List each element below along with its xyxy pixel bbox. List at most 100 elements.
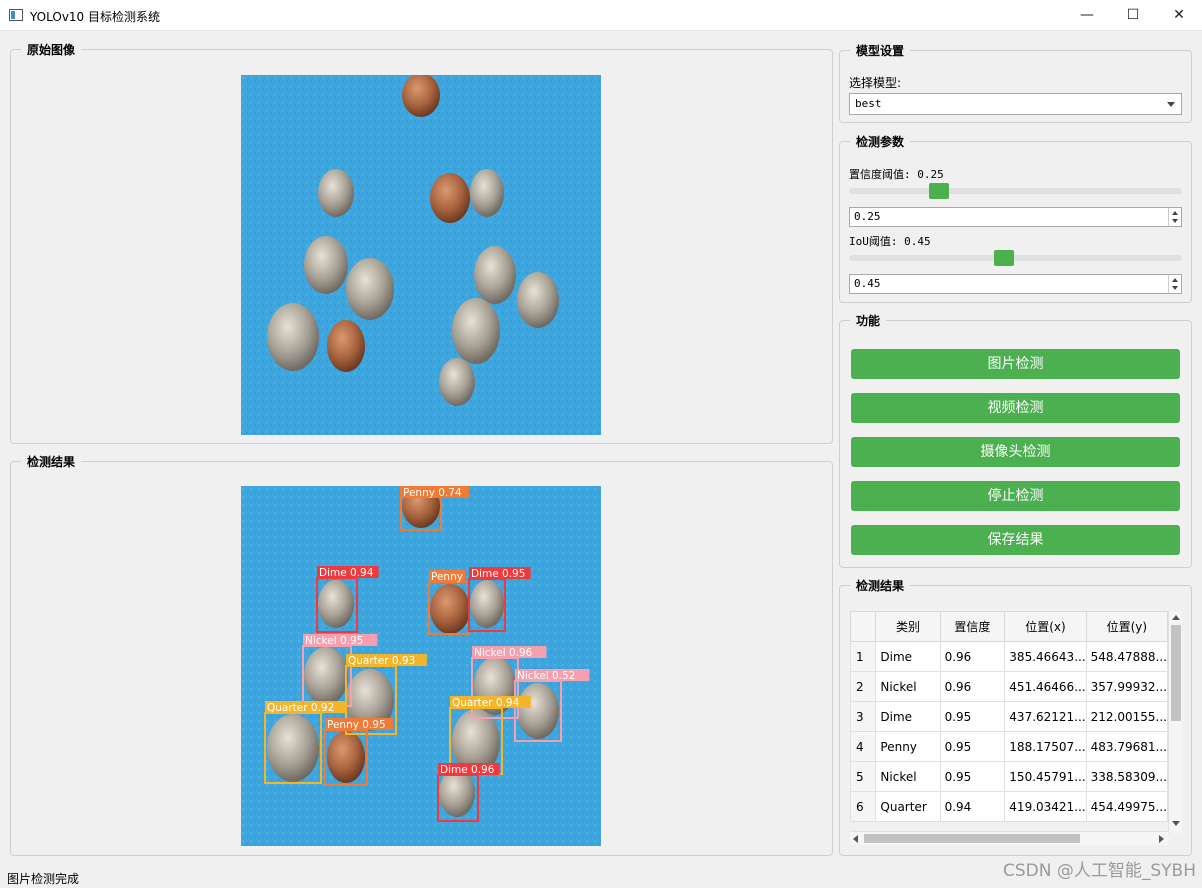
camera-detect-button[interactable]: 摄像头检测	[851, 437, 1180, 467]
chevron-down-icon	[1167, 102, 1175, 107]
spin-up-icon[interactable]	[1172, 211, 1178, 215]
result-image-panel: 检测结果 Penny 0.74 Dime 0.94 Penny Dime 0.95 Ni…	[10, 453, 833, 856]
close-button[interactable]: ✕	[1156, 0, 1202, 31]
row-number[interactable]: 2	[850, 671, 877, 702]
detect-params-panel: 检测参数 置信度阈值: 0.25 0.25 IoU阈值: 0.45 0.45	[839, 133, 1192, 303]
result-image: Penny 0.74 Dime 0.94 Penny Dime 0.95 Nickel …	[241, 486, 601, 846]
detection-label: Nickel 0.96	[474, 647, 533, 659]
results-table-viewport: 类别 置信度 位置(x) 位置(y) 1 Dime 0.96 385.46643...…	[850, 611, 1168, 833]
model-select-value: best	[855, 97, 882, 110]
spin-down-icon[interactable]	[1172, 219, 1178, 223]
maximize-button[interactable]: ☐	[1110, 0, 1156, 31]
row-number[interactable]: 1	[850, 641, 877, 672]
table-cell[interactable]: Dime	[875, 701, 941, 732]
table-cell[interactable]: 212.00155...	[1085, 701, 1168, 732]
table-cell[interactable]: Nickel	[875, 671, 941, 702]
detection-label: Nickel 0.95	[305, 635, 363, 647]
watermark: CSDN @人工智能_SYBH	[1003, 861, 1196, 881]
result-image-canvas: Penny 0.74 Dime 0.94 Penny Dime 0.95 Nickel …	[241, 486, 601, 846]
stop-detect-button[interactable]: 停止检测	[851, 481, 1180, 511]
table-cell[interactable]: 419.03421...	[1004, 791, 1087, 822]
status-text: 图片检测完成	[7, 872, 80, 886]
scroll-left-icon[interactable]	[853, 835, 858, 843]
table-cell[interactable]: 0.95	[939, 701, 1006, 732]
result-image-title: 检测结果	[21, 453, 82, 470]
table-cell[interactable]: 0.95	[939, 761, 1006, 792]
save-result-button[interactable]: 保存结果	[851, 525, 1180, 555]
window-title: YOLOv10 目标检测系统	[30, 10, 161, 24]
conf-spinbox-value: 0.25	[854, 210, 881, 223]
iou-slider[interactable]	[849, 250, 1182, 266]
table-cell[interactable]: 188.17507...	[1004, 731, 1087, 762]
table-cell[interactable]: 0.95	[939, 731, 1006, 762]
row-number[interactable]: 6	[850, 791, 877, 822]
table-cell[interactable]: 150.45791...	[1004, 761, 1087, 792]
table-header-row: 类别 置信度 位置(x) 位置(y)	[850, 611, 1168, 642]
column-header[interactable]: 位置(y)	[1085, 611, 1168, 642]
detection-label: Penny 0.74	[403, 487, 462, 499]
original-image-title: 原始图像	[21, 41, 82, 58]
iou-spinbox[interactable]: 0.45	[849, 274, 1182, 294]
iou-spinbox-value: 0.45	[854, 277, 881, 290]
table-cell[interactable]: 0.96	[939, 671, 1006, 702]
horizontal-scrollbar[interactable]	[850, 831, 1168, 845]
detection-label: Quarter 0.93	[348, 655, 415, 667]
detection-label: Dime 0.96	[440, 764, 495, 776]
table-cell[interactable]: 437.62121...	[1004, 701, 1087, 732]
table-cell[interactable]: 0.96	[939, 641, 1006, 672]
table-cell[interactable]: 0.94	[939, 791, 1006, 822]
iou-label: IoU阈值: 0.45	[849, 235, 931, 248]
table-row[interactable]: 5 Nickel 0.95 150.45791... 338.58309...	[850, 761, 1168, 792]
column-header[interactable]: 置信度	[939, 611, 1006, 642]
conf-label: 置信度阈值: 0.25	[849, 168, 944, 181]
table-cell[interactable]: Penny	[875, 731, 941, 762]
conf-slider-handle[interactable]	[929, 183, 950, 199]
detect-params-title: 检测参数	[850, 133, 911, 150]
conf-spinbox-buttons[interactable]	[1168, 208, 1181, 226]
iou-slider-handle[interactable]	[993, 250, 1014, 266]
table-row[interactable]: 3 Dime 0.95 437.62121... 212.00155...	[850, 701, 1168, 732]
minimize-button[interactable]: —	[1064, 0, 1110, 31]
scroll-up-icon[interactable]	[1172, 615, 1180, 620]
table-cell[interactable]: 357.99932...	[1085, 671, 1168, 702]
table-cell[interactable]: Dime	[875, 641, 941, 672]
row-number[interactable]: 5	[850, 761, 877, 792]
detection-label: Dime 0.95	[471, 568, 525, 580]
spin-up-icon[interactable]	[1172, 278, 1178, 282]
results-table-title: 检测结果	[850, 577, 911, 594]
table-cell[interactable]: 454.49975...	[1085, 791, 1168, 822]
model-settings-title: 模型设置	[850, 42, 911, 59]
row-number[interactable]: 4	[850, 731, 877, 762]
conf-spinbox[interactable]: 0.25	[849, 207, 1182, 227]
row-number[interactable]: 3	[850, 701, 877, 732]
table-cell[interactable]: 338.58309...	[1085, 761, 1168, 792]
spin-down-icon[interactable]	[1172, 286, 1178, 290]
column-header[interactable]: 类别	[875, 611, 941, 642]
iou-spinbox-buttons[interactable]	[1168, 275, 1181, 293]
column-header[interactable]: 位置(x)	[1004, 611, 1087, 642]
scroll-down-icon[interactable]	[1172, 821, 1180, 826]
table-cell[interactable]: 451.46466...	[1004, 671, 1087, 702]
vertical-scroll-thumb[interactable]	[1171, 625, 1181, 721]
table-row[interactable]: 4 Penny 0.95 188.17507... 483.79681...	[850, 731, 1168, 762]
conf-slider[interactable]	[849, 183, 1182, 199]
video-detect-button[interactable]: 视频检测	[851, 393, 1180, 423]
table-cell[interactable]: 483.79681...	[1085, 731, 1168, 762]
vertical-scrollbar[interactable]	[1168, 611, 1182, 833]
table-cell[interactable]: Nickel	[875, 761, 941, 792]
model-select[interactable]: best	[849, 93, 1182, 115]
table-row[interactable]: 2 Nickel 0.96 451.46466... 357.99932...	[850, 671, 1168, 702]
table-row[interactable]: 6 Quarter 0.94 419.03421... 454.49975...	[850, 791, 1168, 822]
table-row[interactable]: 1 Dime 0.96 385.46643... 548.47888...	[850, 641, 1168, 672]
scroll-right-icon[interactable]	[1159, 835, 1164, 843]
table-cell[interactable]: 385.46643...	[1004, 641, 1087, 672]
detection-label: Penny 0.95	[327, 719, 386, 731]
table-cell[interactable]: Quarter	[875, 791, 941, 822]
detection-label: Penny	[431, 571, 463, 583]
table-cell[interactable]: 548.47888...	[1085, 641, 1168, 672]
functions-panel: 功能 图片检测 视频检测 摄像头检测 停止检测 保存结果	[839, 312, 1192, 568]
horizontal-scroll-thumb[interactable]	[864, 834, 1080, 843]
image-detect-button[interactable]: 图片检测	[851, 349, 1180, 379]
model-settings-panel: 模型设置 选择模型: best	[839, 42, 1192, 123]
original-image-panel: 原始图像	[10, 41, 833, 444]
